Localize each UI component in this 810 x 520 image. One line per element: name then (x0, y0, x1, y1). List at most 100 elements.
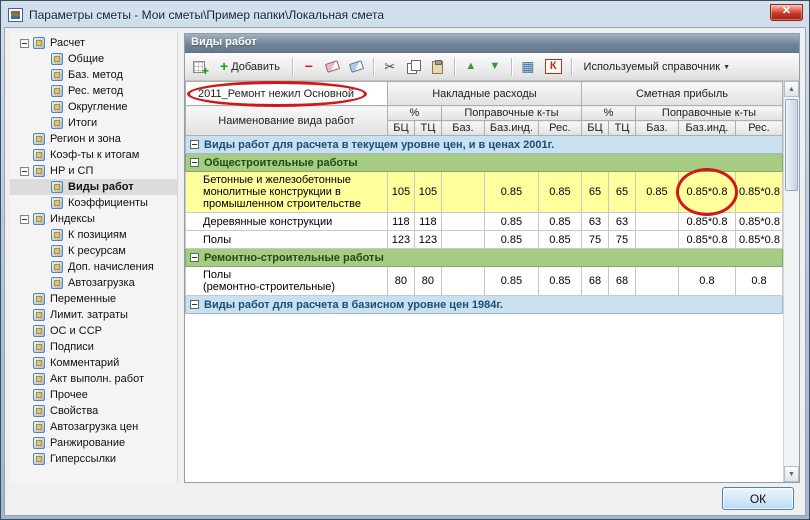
add-button[interactable]: Добавить (213, 56, 287, 78)
sidebar-item[interactable]: Ранжирование (10, 435, 177, 451)
sidebar-item[interactable]: Подписи (10, 339, 177, 355)
cut-button[interactable] (379, 56, 401, 78)
value-cell[interactable]: 63 (607, 212, 636, 231)
value-cell[interactable]: 0.85 (537, 212, 582, 231)
sidebar-item[interactable]: Автозагрузка (10, 275, 177, 291)
sidebar-item[interactable]: Акт выполн. работ (10, 371, 177, 387)
collapse-icon[interactable] (20, 166, 29, 176)
sidebar-item[interactable]: НР и СП (10, 163, 177, 179)
close-button[interactable]: ✕ (770, 4, 803, 21)
value-cell[interactable]: 68 (607, 266, 636, 296)
sidebar-item[interactable]: Округление (10, 99, 177, 115)
value-cell[interactable]: 118 (413, 212, 442, 231)
reference-combo[interactable]: 2011_Ремонт нежил Основной (186, 81, 368, 107)
value-cell[interactable] (634, 212, 679, 231)
value-cell[interactable]: 118 (386, 212, 415, 231)
work-type-name[interactable]: Полы (185, 230, 388, 249)
value-cell[interactable] (440, 266, 485, 296)
sidebar-item[interactable]: Доп. начисления (10, 259, 177, 275)
clear-button[interactable] (346, 56, 368, 78)
sidebar-item[interactable]: ОС и ССР (10, 323, 177, 339)
collapse-icon[interactable] (20, 214, 29, 224)
sidebar-item[interactable]: Прочее (10, 387, 177, 403)
sidebar-item[interactable]: Коэффициенты (10, 195, 177, 211)
value-cell[interactable]: 123 (413, 230, 442, 249)
value-cell[interactable]: 68 (580, 266, 609, 296)
collapse-icon[interactable] (190, 139, 199, 149)
value-cell[interactable]: 80 (413, 266, 442, 296)
section-row-label[interactable]: Общестроительные работы (185, 153, 783, 172)
scrollbar-thumb[interactable] (785, 99, 798, 191)
value-cell[interactable]: 0.85 (483, 230, 539, 249)
sidebar-item[interactable]: Общие (10, 51, 177, 67)
value-cell[interactable]: 0.85*0.8 (734, 230, 783, 249)
value-cell[interactable]: 65 (607, 171, 636, 213)
sidebar-item[interactable]: Переменные (10, 291, 177, 307)
add-row-button[interactable] (189, 56, 211, 78)
sidebar-item[interactable]: Итоги (10, 115, 177, 131)
k-coeff-button[interactable]: К (541, 56, 566, 78)
value-cell[interactable]: 80 (386, 266, 415, 296)
scroll-up-icon[interactable] (784, 81, 799, 97)
sidebar-item[interactable]: Индексы (10, 211, 177, 227)
value-cell[interactable]: 0.85 (537, 230, 582, 249)
sidebar-item[interactable]: Расчет (10, 35, 177, 51)
value-cell[interactable]: 0.8 (677, 266, 736, 296)
collapse-icon[interactable] (20, 38, 29, 48)
sidebar-item[interactable]: Виды работ (10, 179, 177, 195)
sidebar-item[interactable]: К ресурсам (10, 243, 177, 259)
grid-button[interactable] (517, 56, 539, 78)
title-bar[interactable]: Параметры сметы - Мои сметы\Пример папки… (4, 4, 806, 27)
value-cell[interactable]: 65 (580, 171, 609, 213)
sidebar-item[interactable]: Коэф-ты к итогам (10, 147, 177, 163)
value-cell[interactable] (440, 230, 485, 249)
sidebar-item[interactable]: К позициям (10, 227, 177, 243)
paste-button[interactable] (427, 56, 449, 78)
collapse-icon[interactable] (190, 299, 199, 309)
sidebar-item[interactable]: Баз. метод (10, 67, 177, 83)
sidebar-item[interactable]: Гиперссылки (10, 451, 177, 467)
work-type-name[interactable]: Бетонные и железобетонные монолитные кон… (185, 171, 388, 213)
value-cell[interactable]: 0.85 (483, 171, 539, 213)
value-cell[interactable]: 105 (413, 171, 442, 213)
work-type-name[interactable]: Полы (ремонтно-строительные) (185, 266, 388, 296)
reference-dropdown[interactable]: Используемый справочник (577, 56, 737, 78)
value-cell[interactable]: 0.85 (483, 266, 539, 296)
sidebar-item[interactable]: Рес. метод (10, 83, 177, 99)
sidebar-item[interactable]: Свойства (10, 403, 177, 419)
value-cell[interactable]: 0.85 (537, 171, 582, 213)
value-cell[interactable]: 105 (386, 171, 415, 213)
value-cell[interactable] (440, 212, 485, 231)
scroll-down-icon[interactable] (784, 466, 799, 482)
sidebar-item[interactable]: Автозагрузка цен (10, 419, 177, 435)
value-cell[interactable] (440, 171, 485, 213)
collapse-icon[interactable] (190, 252, 199, 262)
copy-button[interactable] (403, 56, 425, 78)
value-cell[interactable]: 0.85 (483, 212, 539, 231)
value-cell[interactable] (634, 230, 679, 249)
value-cell[interactable]: 63 (580, 212, 609, 231)
value-cell[interactable]: 0.85*0.8 (677, 230, 736, 249)
section-row-label[interactable]: Виды работ для расчета в базисном уровне… (185, 295, 783, 314)
section-row-label[interactable]: Виды работ для расчета в текущем уровне … (185, 135, 783, 154)
collapse-icon[interactable] (190, 157, 199, 167)
scrollbar-track[interactable] (784, 97, 799, 466)
value-cell[interactable]: 0.85*0.8 (677, 212, 736, 231)
value-cell[interactable]: 123 (386, 230, 415, 249)
move-up-button[interactable] (460, 56, 482, 78)
sidebar-item[interactable]: Комментарий (10, 355, 177, 371)
move-down-button[interactable] (484, 56, 506, 78)
ok-button[interactable]: ОК (722, 487, 794, 510)
value-cell[interactable]: 0.85*0.8 (734, 212, 783, 231)
value-cell[interactable]: 0.85 (634, 171, 679, 213)
sidebar-item[interactable]: Лимит. затраты (10, 307, 177, 323)
annotated-value-cell[interactable]: 0.85*0.8 (676, 168, 739, 217)
section-row-label[interactable]: Ремонтно-строительные работы (185, 248, 783, 267)
value-cell[interactable]: 75 (607, 230, 636, 249)
value-cell[interactable] (634, 266, 679, 296)
work-type-name[interactable]: Деревянные конструкции (185, 212, 388, 231)
delete-button[interactable] (298, 56, 320, 78)
value-cell[interactable]: 75 (580, 230, 609, 249)
value-cell[interactable]: 0.85 (537, 266, 582, 296)
erase-button[interactable] (322, 56, 344, 78)
